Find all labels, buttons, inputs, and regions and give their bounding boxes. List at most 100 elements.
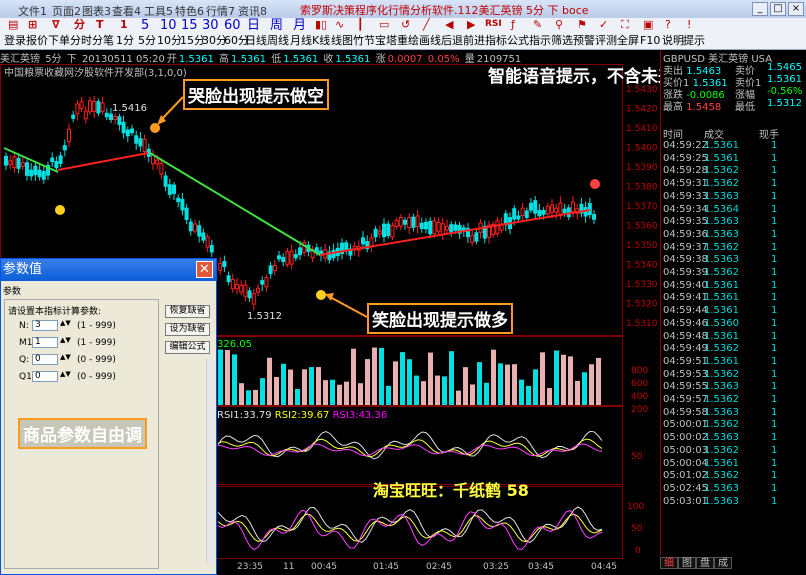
tick-time: 04:59:37 <box>663 241 708 253</box>
tick-row: 05:03:01 1.5363 1 <box>661 496 806 509</box>
smile-face-icon <box>55 205 65 215</box>
tick-volume: 1 <box>771 190 778 202</box>
tick-time: 04:59:49 <box>663 343 708 355</box>
toolbar-explain[interactable]: 说明 <box>662 34 684 47</box>
tick-price: 1.5363 <box>704 254 739 266</box>
param-m1-input[interactable]: 1 <box>32 337 58 348</box>
minimize-button[interactable]: _ <box>752 2 768 16</box>
param-name: Q: <box>19 355 30 365</box>
set-default-button[interactable]: 设为缺省 <box>165 323 210 336</box>
tick-time: 05:00:04 <box>663 457 708 469</box>
tick-row: 04:59:28 1.5362 1 <box>661 165 806 178</box>
tick-time: 04:59:53 <box>663 368 708 380</box>
tick-row: 04:59:46 1.5360 1 <box>661 318 806 331</box>
tick-price: 1.5363 <box>704 216 739 228</box>
tick-time: 04:59:40 <box>663 279 708 291</box>
tab-trades[interactable]: 成 <box>714 557 732 569</box>
param-group-label: 请设置本指标计算参数: <box>8 307 102 317</box>
tick-price: 1.5362 <box>704 241 739 253</box>
tick-time: 05:00:03 <box>663 444 708 456</box>
maximize-button[interactable]: □ <box>770 2 786 16</box>
tick-volume: 1 <box>771 457 778 469</box>
edit-formula-button[interactable]: 编辑公式 <box>165 341 210 354</box>
panel-header: GBPUSD 美汇英镑 USA <box>663 54 773 65</box>
tick-volume: 1 <box>771 343 778 355</box>
close-button[interactable]: × <box>788 2 804 16</box>
tick-row: 04:59:33 1.5363 1 <box>661 191 806 204</box>
tick-volume: 1 <box>771 140 778 151</box>
param-q-input[interactable]: 0 <box>32 354 58 365</box>
tick-price: 1.5361 <box>704 292 739 304</box>
dialog-scrollbar[interactable] <box>206 359 216 564</box>
tip-icon: ! <box>687 18 692 31</box>
tick-price: 1.5361 <box>704 305 739 317</box>
toolbar-tip[interactable]: 提示 <box>683 34 705 47</box>
tick-time: 04:59:34 <box>663 203 708 215</box>
tick-time: 04:59:31 <box>663 178 708 190</box>
tick-volume: 1 <box>771 165 778 177</box>
tick-volume: 1 <box>771 203 778 215</box>
tick-price: 1.5363 <box>704 406 739 418</box>
tick-row: 04:59:41 1.5361 1 <box>661 292 806 305</box>
tick-price: 1.5363 <box>704 482 739 494</box>
arrow-to-smile-face <box>329 296 368 318</box>
tick-time: 05:00:01 <box>663 419 708 431</box>
tick-time: 04:59:22 <box>663 140 708 151</box>
tick-price: 1.5363 <box>704 228 739 240</box>
tick-price: 1.5362 <box>704 470 739 482</box>
tick-price: 1.5362 <box>704 343 739 355</box>
param-q1-stepper[interactable]: ▲▼ <box>60 370 71 378</box>
tick-volume: 1 <box>771 178 778 190</box>
tick-price: 1.5361 <box>704 140 739 151</box>
tick-row: 05:00:01 1.5362 1 <box>661 419 806 432</box>
tab-book[interactable]: 盘 <box>696 557 714 569</box>
tick-row: 04:59:38 1.5363 1 <box>661 254 806 267</box>
param-n-stepper[interactable]: ▲▼ <box>60 319 71 327</box>
tick-row: 04:59:39 1.5362 1 <box>661 267 806 280</box>
tab-detail[interactable]: 细 <box>660 557 678 569</box>
param-m1-stepper[interactable]: ▲▼ <box>60 336 71 344</box>
tick-time: 04:59:39 <box>663 267 708 278</box>
tick-row: 05:00:02 1.5363 1 <box>661 432 806 445</box>
tick-row: 04:59:34 1.5364 1 <box>661 204 806 217</box>
arrow-head-smile <box>325 293 334 301</box>
tick-row: 04:59:40 1.5361 1 <box>661 280 806 293</box>
tick-time: 04:59:25 <box>663 152 708 164</box>
param-n-input[interactable]: 3 <box>32 320 58 331</box>
tick-price: 1.5364 <box>704 203 739 215</box>
tick-volume: 1 <box>771 406 778 418</box>
tick-row: 04:59:22 1.5361 1 <box>661 140 806 153</box>
tick-row: 04:59:53 1.5362 1 <box>661 369 806 382</box>
col-now-header: 现手 <box>759 130 779 141</box>
tick-row: 04:59:48 1.5361 1 <box>661 331 806 344</box>
tick-row: 04:59:57 1.5362 1 <box>661 394 806 407</box>
tick-row: 05:00:03 1.5362 1 <box>661 445 806 458</box>
explain-icon: ? <box>665 18 671 31</box>
tick-time: 05:03:01 <box>663 495 708 507</box>
tick-volume: 1 <box>771 432 778 444</box>
tick-price: 1.5361 <box>704 355 739 367</box>
tick-row: 04:59:36 1.5363 1 <box>661 229 806 242</box>
param-range: (1 - 999) <box>77 321 116 331</box>
tick-volume: 1 <box>771 254 778 266</box>
tab-chart[interactable]: 图 <box>678 557 696 569</box>
param-range: (0 - 999) <box>77 355 116 365</box>
tick-time: 05:02:45 <box>663 482 708 494</box>
tick-row: 05:02:45 1.5363 1 <box>661 483 806 496</box>
param-q-stepper[interactable]: ▲▼ <box>60 353 71 361</box>
restore-default-button[interactable]: 恢复缺省 <box>165 305 210 318</box>
tick-price: 1.5362 <box>704 444 739 456</box>
tick-price: 1.5362 <box>704 165 739 177</box>
tick-price: 1.5362 <box>704 394 739 405</box>
tick-price: 1.5361 <box>704 279 739 291</box>
tick-row: 04:59:51 1.5361 1 <box>661 356 806 369</box>
dialog-close-icon[interactable]: ✕ <box>196 261 213 278</box>
param-q1-input[interactable]: 0 <box>32 371 58 382</box>
dialog-tab-params[interactable]: 参数 <box>1 284 21 297</box>
tick-volume: 1 <box>771 394 778 405</box>
tick-price: 1.5363 <box>704 495 739 507</box>
tick-volume: 1 <box>771 495 778 507</box>
tick-time: 04:59:33 <box>663 190 708 202</box>
tick-time: 05:01:02 <box>663 470 708 482</box>
tick-price: 1.5363 <box>704 190 739 202</box>
